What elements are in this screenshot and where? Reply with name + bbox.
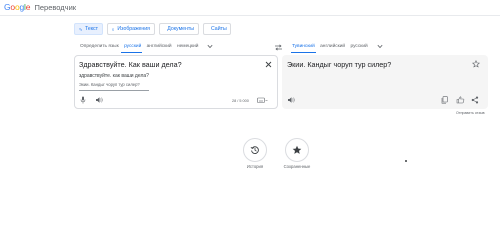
cursor-dot [405, 160, 407, 162]
translate-icon [79, 27, 82, 31]
history-icon [250, 146, 259, 154]
header-divider [0, 15, 500, 16]
saved-button[interactable] [285, 138, 309, 162]
google-wordmark: Google [4, 2, 31, 12]
spelling-suggestion[interactable]: здравствуйте. как ваши дела? [79, 73, 149, 80]
source-lang-english-tab[interactable]: английский [147, 44, 172, 49]
image-icon [112, 28, 115, 30]
save-star-icon[interactable] [472, 60, 480, 68]
send-feedback-link[interactable]: Отправить отзыв [456, 111, 485, 115]
mode-text-button[interactable]: Текст [74, 23, 103, 35]
source-lang-russian-tab[interactable]: русский [124, 44, 141, 49]
microphone-icon[interactable] [80, 96, 86, 104]
source-lang-german-tab[interactable]: немецкий [177, 44, 199, 49]
share-icon[interactable] [471, 96, 479, 104]
target-more-languages-chevron-icon[interactable] [377, 44, 383, 49]
source-transliteration: Экии. Кандыг чоруп тур силер? [79, 82, 140, 87]
mode-websites-label: Сайты [211, 26, 227, 32]
mode-text-label: Текст [84, 26, 98, 32]
transliteration-overflow [79, 89, 159, 91]
product-name: Переводчик [34, 3, 77, 12]
character-count: 28 / 5 000 [232, 99, 249, 103]
source-language-bar: Определить язык русский английский немец… [80, 43, 202, 50]
target-language-bar: Тувинский английский русский [292, 43, 372, 50]
history-label: История [246, 164, 264, 169]
clear-text-icon[interactable] [265, 61, 272, 68]
target-listen-icon[interactable] [287, 96, 295, 104]
source-listen-icon[interactable] [95, 96, 103, 104]
google-translate-logo[interactable]: Google Переводчик [4, 2, 76, 13]
mode-websites-button[interactable]: Сайты [203, 23, 231, 35]
detect-language-tab[interactable]: Определить язык [80, 44, 119, 49]
mode-documents-button[interactable]: Документы [159, 23, 199, 35]
translation-output: Экии. Кандыг чоруп тур силер? [287, 60, 392, 69]
target-lang-tuvan-tab[interactable]: Тувинский [292, 44, 315, 49]
copy-icon[interactable] [441, 96, 448, 104]
source-textarea[interactable]: Здравствуйте. Как ваши дела? [79, 60, 182, 69]
target-lang-english-tab[interactable]: английский [320, 44, 345, 49]
mode-images-button[interactable]: Изображения [107, 23, 155, 35]
target-lang-selected-indicator [291, 52, 316, 53]
history-button[interactable] [243, 138, 267, 162]
source-more-languages-chevron-icon[interactable] [207, 44, 213, 49]
swap-languages-icon[interactable] [274, 44, 283, 51]
star-icon [292, 145, 302, 154]
mode-images-label: Изображения [117, 26, 150, 32]
mode-documents-label: Документы [167, 26, 194, 32]
saved-label: Сохраненные [283, 164, 311, 169]
source-lang-selected-indicator [121, 52, 142, 53]
keyboard-icon[interactable] [257, 97, 268, 104]
target-lang-russian-tab[interactable]: русский [350, 44, 367, 49]
rate-translation-icon[interactable] [456, 96, 465, 104]
